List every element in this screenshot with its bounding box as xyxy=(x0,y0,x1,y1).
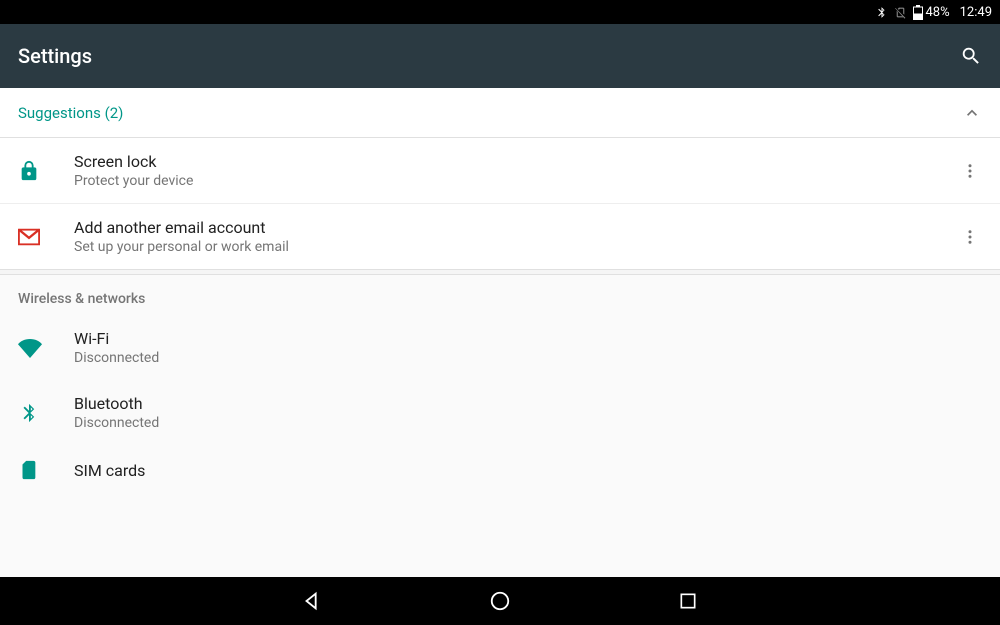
suggestion-title: Screen lock xyxy=(74,152,958,171)
settings-content: Suggestions (2) Screen lock Protect your… xyxy=(0,88,1000,577)
chevron-up-icon xyxy=(962,103,982,123)
suggestion-add-email[interactable]: Add another email account Set up your pe… xyxy=(0,204,1000,269)
recent-icon xyxy=(678,591,698,611)
sim-icon xyxy=(18,459,38,481)
setting-sim-cards[interactable]: SIM cards xyxy=(0,445,1000,495)
lock-icon xyxy=(18,160,40,182)
search-icon xyxy=(960,45,982,67)
bluetooth-icon xyxy=(18,402,40,424)
back-icon xyxy=(301,590,323,612)
more-vert-icon xyxy=(961,162,979,180)
app-bar: Settings xyxy=(0,24,1000,88)
setting-subtitle: Disconnected xyxy=(74,415,982,431)
setting-title: Wi-Fi xyxy=(74,329,982,348)
wireless-section-label: Wireless & networks xyxy=(0,275,1000,315)
search-button[interactable] xyxy=(960,45,982,67)
nav-home-button[interactable] xyxy=(486,587,514,615)
status-time: 12:49 xyxy=(960,5,992,20)
suggestions-header-label: Suggestions (2) xyxy=(18,104,123,122)
status-bar: 48% 12:49 xyxy=(0,0,1000,24)
no-sim-status-icon xyxy=(894,6,907,19)
battery-percent-text: 48% xyxy=(925,5,949,20)
suggestion-title: Add another email account xyxy=(74,218,958,237)
home-icon xyxy=(489,590,511,612)
setting-title: SIM cards xyxy=(74,461,982,480)
setting-wifi[interactable]: Wi-Fi Disconnected xyxy=(0,315,1000,380)
nav-recent-button[interactable] xyxy=(674,587,702,615)
more-vert-icon xyxy=(961,228,979,246)
battery-status: 48% xyxy=(913,5,949,20)
suggestions-header[interactable]: Suggestions (2) xyxy=(0,88,1000,138)
suggestion-overflow-button[interactable] xyxy=(958,162,982,180)
bluetooth-status-icon xyxy=(875,6,888,19)
suggestion-screen-lock[interactable]: Screen lock Protect your device xyxy=(0,138,1000,204)
suggestion-subtitle: Set up your personal or work email xyxy=(74,239,958,255)
page-title: Settings xyxy=(18,44,92,68)
navigation-bar xyxy=(0,577,1000,625)
wifi-icon xyxy=(18,336,42,360)
nav-back-button[interactable] xyxy=(298,587,326,615)
setting-title: Bluetooth xyxy=(74,394,982,413)
setting-bluetooth[interactable]: Bluetooth Disconnected xyxy=(0,380,1000,445)
setting-subtitle: Disconnected xyxy=(74,350,982,366)
suggestion-subtitle: Protect your device xyxy=(74,173,958,189)
suggestion-overflow-button[interactable] xyxy=(958,228,982,246)
battery-icon xyxy=(913,5,923,20)
gmail-icon xyxy=(18,228,40,246)
